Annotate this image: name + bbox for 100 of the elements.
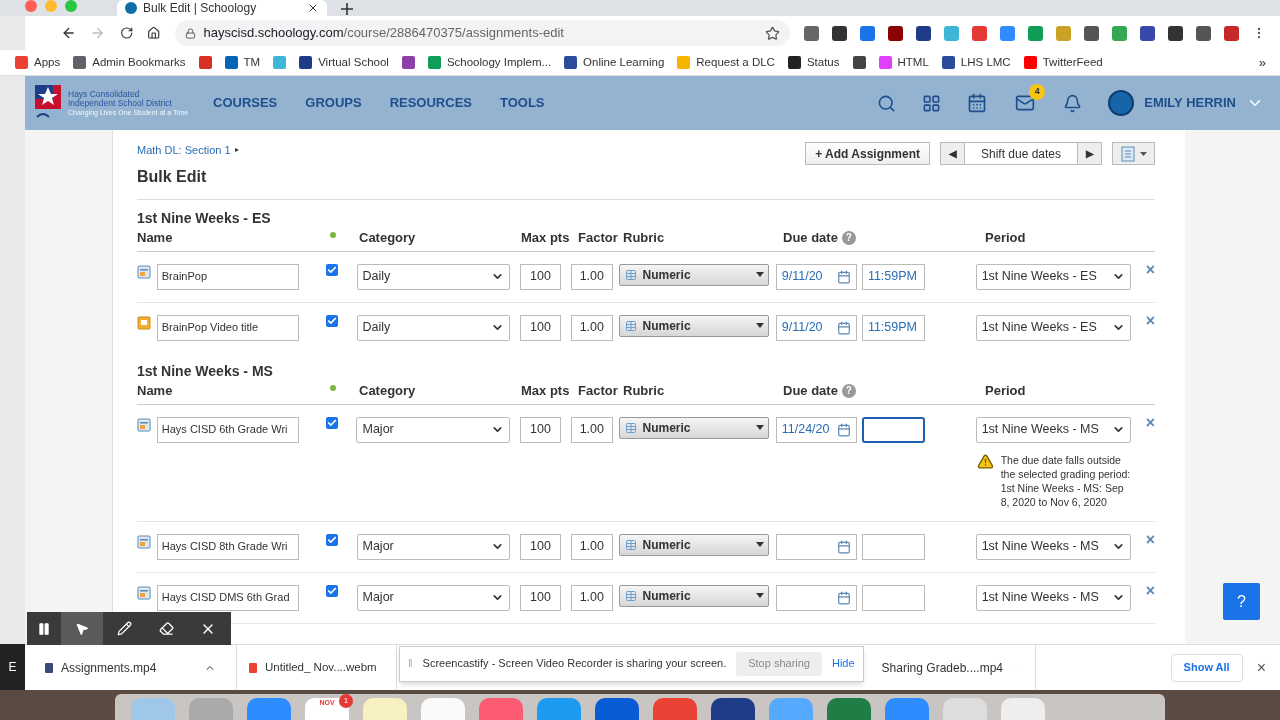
bookmark-icon[interactable]: [401, 56, 415, 69]
category-select[interactable]: Major: [356, 584, 510, 611]
previous-button[interactable]: ◀: [941, 143, 965, 164]
due-date-field[interactable]: 9/11/20: [775, 314, 857, 341]
bookmark[interactable]: Status: [787, 53, 840, 72]
bookmark[interactable]: Virtual School: [299, 53, 389, 72]
category-select[interactable]: Daily: [356, 314, 510, 341]
user-avatar[interactable]: [1108, 90, 1135, 116]
grading-period-select[interactable]: 1st Nine Weeks - ES: [975, 314, 1131, 341]
close-icon[interactable]: [307, 2, 319, 14]
address-bar[interactable]: hayscisd.schoology.com/course/2886470375/assignments-edit: [174, 20, 790, 46]
published-checkbox[interactable]: [325, 416, 338, 429]
search-icon[interactable]: [877, 93, 897, 113]
more-bookmarks-button[interactable]: »: [1258, 52, 1266, 73]
category-select[interactable]: Major: [356, 416, 510, 443]
browser-tab[interactable]: Bulk Edit | Schoology: [117, 0, 327, 16]
rubric-select[interactable]: Numeric: [618, 314, 769, 337]
show-all-button[interactable]: Show All: [1170, 653, 1243, 682]
back-icon[interactable]: [61, 25, 77, 41]
bookmark-star-icon[interactable]: [764, 25, 780, 41]
due-date-field[interactable]: 9/11/20: [775, 263, 857, 290]
extension-icon[interactable]: [1083, 25, 1099, 41]
remove-button[interactable]: ×: [1145, 531, 1155, 548]
published-checkbox[interactable]: [325, 533, 338, 546]
grading-period-select[interactable]: 1st Nine Weeks - MS: [975, 416, 1131, 443]
max-points-field[interactable]: 100: [519, 533, 562, 560]
bookmark[interactable]: TwitterFeed: [1023, 53, 1103, 72]
name-field[interactable]: Hays CISD 6th Grade Wri: [156, 416, 300, 443]
grading-period-select[interactable]: 1st Nine Weeks - ES: [975, 263, 1131, 290]
factor-field[interactable]: 1.00: [571, 416, 613, 443]
bookmark[interactable]: HTML: [878, 53, 929, 72]
due-date-field[interactable]: [775, 533, 857, 560]
name-field[interactable]: Hays CISD DMS 6th Grad: [156, 584, 300, 611]
bookmark[interactable]: Schoology Implem...: [427, 53, 552, 72]
pointer-tool-button[interactable]: [61, 612, 103, 645]
remove-button[interactable]: ×: [1145, 261, 1155, 278]
extension-icon[interactable]: [1139, 25, 1155, 41]
due-time-field[interactable]: [861, 416, 926, 443]
due-time-field[interactable]: [861, 533, 926, 560]
remove-button[interactable]: ×: [1145, 312, 1155, 329]
factor-field[interactable]: 1.00: [571, 533, 613, 560]
home-icon[interactable]: [147, 26, 161, 40]
reload-icon[interactable]: [119, 26, 134, 40]
name-field[interactable]: BrainPop: [156, 263, 300, 290]
extension-icon[interactable]: [887, 25, 903, 41]
factor-field[interactable]: 1.00: [571, 263, 613, 290]
nav-link[interactable]: RESOURCES: [389, 93, 472, 113]
extension-icon[interactable]: [1195, 25, 1211, 41]
remove-button[interactable]: ×: [1145, 414, 1155, 431]
due-time-field[interactable]: [861, 584, 926, 611]
bookmark[interactable]: LHS LMC: [941, 53, 1011, 72]
notifications-icon[interactable]: [1063, 93, 1083, 113]
add-assignment-button[interactable]: + Add Assignment: [805, 142, 930, 165]
extension-icon[interactable]: [1223, 25, 1239, 41]
category-select[interactable]: Major: [356, 533, 510, 560]
next-button[interactable]: ▶: [1077, 143, 1101, 164]
category-select[interactable]: Daily: [356, 263, 510, 290]
user-name[interactable]: EMILY HERRIN: [1144, 93, 1236, 113]
bookmark[interactable]: Apps: [15, 53, 61, 72]
max-points-field[interactable]: 100: [519, 263, 562, 290]
due-date-field[interactable]: 11/24/20: [775, 416, 857, 443]
rubric-select[interactable]: Numeric: [618, 584, 769, 607]
max-points-field[interactable]: 100: [519, 416, 562, 443]
name-field[interactable]: Hays CISD 8th Grade Wri: [156, 533, 300, 560]
calendar-icon[interactable]: [967, 93, 988, 113]
rubric-select[interactable]: Numeric: [618, 416, 769, 439]
hide-button[interactable]: Hide: [832, 655, 855, 672]
grid-icon[interactable]: [922, 93, 942, 113]
published-checkbox[interactable]: [325, 584, 338, 597]
published-checkbox[interactable]: [325, 314, 338, 327]
extension-icon[interactable]: [831, 25, 847, 41]
rubric-select[interactable]: Numeric: [618, 533, 769, 556]
close-button[interactable]: ×: [1256, 655, 1266, 680]
max-points-field[interactable]: 100: [519, 584, 562, 611]
extension-icon[interactable]: [803, 25, 819, 41]
bookmark[interactable]: Admin Bookmarks: [73, 53, 186, 72]
nav-link[interactable]: COURSES: [213, 93, 278, 113]
close-window-control[interactable]: [25, 0, 37, 12]
grading-period-select[interactable]: 1st Nine Weeks - MS: [975, 533, 1131, 560]
help-button[interactable]: ?: [1223, 583, 1260, 620]
factor-field[interactable]: 1.00: [571, 314, 613, 341]
due-time-field[interactable]: 11:59PM: [861, 314, 926, 341]
new-tab-button[interactable]: [341, 3, 353, 15]
nav-link[interactable]: GROUPS: [305, 93, 362, 113]
name-field[interactable]: BrainPop Video title: [156, 314, 300, 341]
max-points-field[interactable]: 100: [519, 314, 562, 341]
breadcrumb-link[interactable]: Math DL: Section 1: [137, 142, 231, 159]
bookmark-icon[interactable]: [852, 56, 866, 69]
extension-icon[interactable]: [1167, 25, 1183, 41]
nav-link[interactable]: TOOLS: [500, 93, 545, 113]
extension-icon[interactable]: [915, 25, 931, 41]
rubric-select[interactable]: Numeric: [618, 263, 769, 286]
published-checkbox[interactable]: [325, 263, 338, 276]
bookmark[interactable]: Request a DLC: [677, 53, 775, 72]
bookmark[interactable]: Online Learning: [564, 53, 665, 72]
due-date-field[interactable]: [775, 584, 857, 611]
bookmark[interactable]: TM: [224, 53, 261, 72]
factor-field[interactable]: 1.00: [571, 584, 613, 611]
bookmark-icon[interactable]: [198, 56, 212, 69]
remove-button[interactable]: ×: [1145, 582, 1155, 599]
